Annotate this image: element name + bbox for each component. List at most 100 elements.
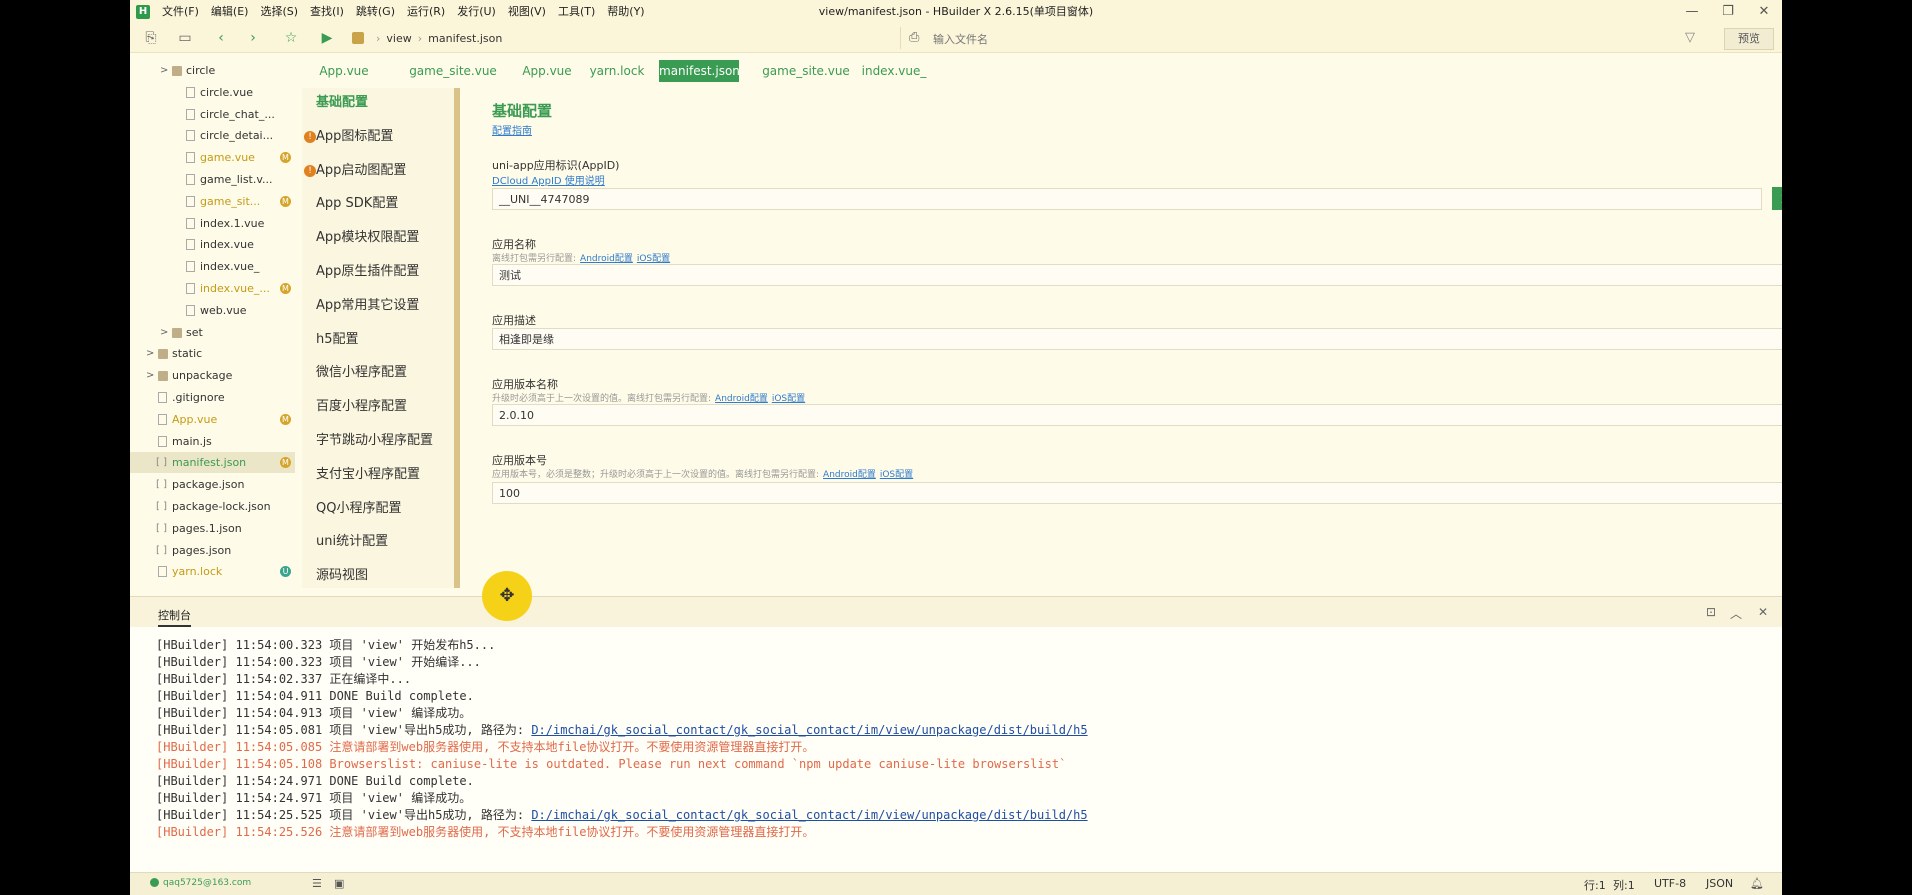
list-icon[interactable]: ☰ [312,877,322,890]
minimize-icon[interactable]: — [1674,0,1710,24]
bell-icon[interactable]: 🔔︎ [1750,877,1764,890]
tree-item[interactable]: circle_chat_... [130,104,295,125]
config-guide-link[interactable]: 配置指南 [492,122,532,137]
console-clear-icon[interactable]: ⊡ [1706,605,1716,619]
tree-item[interactable]: > circle [130,60,295,81]
editor-tab[interactable]: index.vue_ [855,60,933,82]
tree-item[interactable]: > set [130,322,295,343]
config-nav-item[interactable]: ! App图标配置 [302,122,454,152]
config-nav-item[interactable]: 百度小程序配置 [302,392,454,422]
android-config-link[interactable]: Android配置 [715,394,768,404]
new-file-icon[interactable]: ⎘ [142,29,160,47]
tree-item[interactable]: > static [130,343,295,364]
editor-tab[interactable]: manifest.json [659,60,740,82]
file-search-input[interactable] [931,29,1575,49]
tree-item[interactable]: .gitignore [130,387,295,408]
ios-config-link[interactable]: iOS配置 [637,254,670,264]
chevron-right-icon[interactable]: > [146,343,154,364]
panel-icon[interactable]: ▣ [334,877,344,890]
editor-tab[interactable]: App.vue [309,60,379,82]
tree-item[interactable]: [ ] manifest.json M [130,452,295,474]
config-nav-label: 支付宝小程序配置 [316,466,421,482]
chevron-up-icon[interactable]: ︿ [1730,605,1742,622]
user-avatar-icon [150,878,159,887]
output-path-link[interactable]: D:/imchai/gk_social_contact/gk_social_co… [531,808,1087,822]
config-nav-item[interactable]: uni统计配置 [302,527,454,557]
tree-item[interactable]: > unpackage [130,365,295,386]
config-nav-item[interactable]: ! App启动图配置 [302,156,454,186]
tree-item[interactable]: yarn.lock U [130,561,295,582]
tree-item[interactable]: game_sit... M [130,191,295,212]
chevron-right-icon[interactable]: > [146,365,154,386]
tree-item-label: circle.vue [200,85,254,99]
breadcrumb-file[interactable]: manifest.json [428,32,502,45]
config-nav-item[interactable]: 字节跳动小程序配置 [302,426,454,456]
config-nav-item[interactable]: App模块权限配置 [302,223,454,253]
preview-button[interactable]: 预览 [1724,28,1774,50]
config-nav-item[interactable]: h5配置 [302,325,454,355]
config-nav-item[interactable]: App常用其它设置 [302,291,454,321]
tree-item[interactable]: index.vue_ [130,256,295,277]
tree-item-label: circle_detai... [200,129,274,143]
app-name-input[interactable]: 测试 [492,264,1782,286]
editor-tab[interactable]: App.vue [512,60,582,82]
app-name-hint-text: 离线打包需另行配置: [492,254,577,264]
console-close-icon[interactable]: ✕ [1758,605,1768,619]
tree-item[interactable]: [ ] package-lock.json [130,496,295,517]
tree-item[interactable]: game.vue M [130,147,295,168]
android-config-link[interactable]: Android配置 [823,470,876,480]
back-icon[interactable]: ‹ [212,29,230,47]
version-name-input[interactable]: 2.0.10 [492,404,1782,426]
appid-help-link[interactable]: DCloud AppID 使用说明 [492,172,605,187]
config-nav-item[interactable]: 源码视图 [302,561,454,588]
user-account[interactable]: qaq5725@163.com [150,878,251,888]
app-desc-input[interactable]: 相逢即是缘 [492,328,1782,350]
tree-item[interactable]: circle_detai... [130,125,295,146]
encoding[interactable]: UTF-8 [1654,877,1686,890]
editor-tab[interactable]: game_site.vue [402,60,504,82]
chevron-right-icon[interactable]: > [160,60,168,81]
tree-item[interactable]: game_list.v... [130,169,295,190]
tree-item[interactable]: circle.vue [130,82,295,103]
version-code-input[interactable]: 100 [492,482,1782,504]
config-nav-label: 字节跳动小程序配置 [316,433,434,448]
language-mode[interactable]: JSON [1706,877,1733,890]
ios-config-link[interactable]: iOS配置 [880,470,913,480]
chevron-right-icon[interactable]: > [160,322,168,343]
output-path-link[interactable]: D:/imchai/gk_social_contact/gk_social_co… [531,723,1087,737]
tree-item[interactable]: [ ] package.json [130,474,295,495]
tree-item[interactable]: App.vue M [130,409,295,430]
breadcrumb-project[interactable]: view [386,32,411,45]
cursor-col: 列:1 [1613,879,1635,892]
config-nav-item[interactable]: 微信小程序配置 [302,358,454,388]
close-icon[interactable]: ✕ [1746,0,1782,24]
config-nav-item[interactable]: App SDK配置 [302,189,454,219]
ios-config-link[interactable]: iOS配置 [772,394,805,404]
editor-tab[interactable]: yarn.lock [582,60,652,82]
android-config-link[interactable]: Android配置 [580,254,633,264]
run-icon[interactable]: ▶ [318,29,336,47]
tree-item[interactable]: main.js [130,431,295,452]
tree-item[interactable]: index.vue [130,234,295,255]
tree-item[interactable]: [ ] pages.json [130,540,295,561]
config-nav-label: App SDK配置 [316,196,399,212]
forward-icon[interactable]: › [244,29,262,47]
filter-icon[interactable]: ▽ [1685,30,1695,45]
config-nav-item[interactable]: App原生插件配置 [302,257,454,287]
star-icon[interactable]: ☆ [282,29,300,47]
regenerate-appid-button[interactable]: 重新获取 [1772,187,1782,210]
tree-item[interactable]: index.vue_... M [130,278,295,299]
console-line-text: [HBuilder] 11:54:02.337 正在编译中... [156,672,412,686]
maximize-icon[interactable]: ❐ [1710,0,1746,24]
config-nav-item[interactable]: 基础配置 [302,88,454,118]
config-nav-item[interactable]: QQ小程序配置 [302,494,454,524]
save-icon[interactable]: ▭ [176,29,194,47]
config-nav-item[interactable]: 支付宝小程序配置 [302,460,454,490]
file-icon [186,304,195,316]
console-tab[interactable]: 控制台 [158,607,191,627]
appid-input[interactable]: __UNI__4747089 [492,188,1762,210]
tree-item[interactable]: index.1.vue [130,213,295,234]
tree-item[interactable]: [ ] pages.1.json [130,518,295,539]
editor-tab[interactable]: game_site.vue [755,60,857,82]
tree-item[interactable]: web.vue [130,300,295,321]
